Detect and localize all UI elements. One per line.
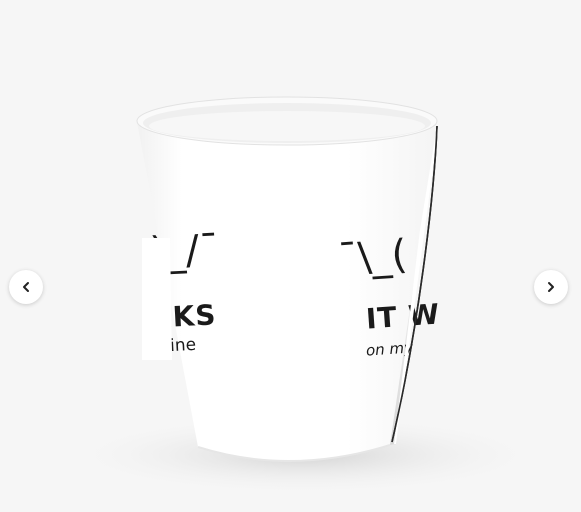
chevron-right-icon: [545, 281, 557, 293]
chevron-left-icon: [20, 281, 32, 293]
mug-print-left-face: )_/¯: [148, 226, 221, 276]
mug-print-right-face: ¯\_(: [336, 231, 409, 283]
carousel-prev-button[interactable]: [9, 270, 43, 304]
mug-print-left-line1: RKS: [149, 298, 218, 335]
mug-product-image: [65, 96, 545, 495]
mug-print-right-line2: on my: [365, 338, 414, 360]
carousel-next-button[interactable]: [534, 270, 568, 304]
mug-print-left-line2: chine: [149, 334, 197, 358]
mug-print-right-line1: IT W: [364, 297, 442, 336]
product-carousel: )_/¯ RKS chine ¯\_( IT W on my: [0, 0, 581, 512]
